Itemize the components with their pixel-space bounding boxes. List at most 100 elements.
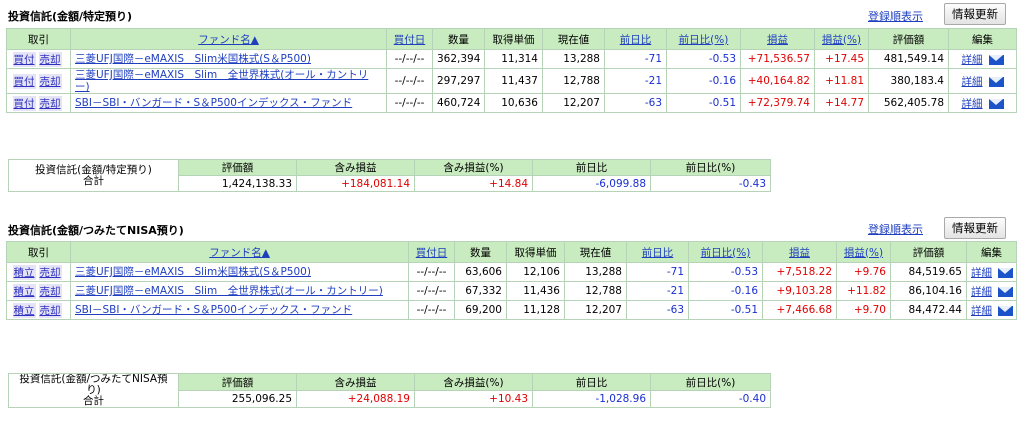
fund-cell: 三菱UFJ国際－eMAXIS Slim米国株式(S＆P500) xyxy=(70,49,387,69)
header-day-change-pct-label[interactable]: 前日比(%) xyxy=(679,34,729,46)
profit-loss-pct: +14.77 xyxy=(814,93,869,113)
edit-cell: 詳細 xyxy=(966,281,1017,301)
header-cost: 取得単価 xyxy=(506,241,565,263)
buy-link[interactable]: 買付 xyxy=(12,73,36,89)
summary-label: 投資信託(金額/特定預り) xyxy=(35,163,152,176)
fund-name-link[interactable]: 三菱UFJ国際－eMAXIS Slim 全世界株式(オール・カントリー) xyxy=(75,285,383,297)
mail-icon[interactable] xyxy=(988,98,1004,109)
registration-order-link[interactable]: 登録順表示 xyxy=(868,221,923,237)
trade-cell: 買付 売却 xyxy=(6,68,71,94)
header-day-change-pct[interactable]: 前日比(%) xyxy=(688,241,763,263)
profit-loss-pct: +9.70 xyxy=(836,300,891,320)
header-fund-name-label[interactable]: ファンド名▲ xyxy=(198,34,259,46)
buy-link[interactable]: 積立 xyxy=(12,264,36,280)
summary-unrealized-pl: +24,088.19 xyxy=(296,390,415,408)
profit-loss-pct: +11.81 xyxy=(814,68,869,94)
day-change-pct: -0.16 xyxy=(688,281,763,301)
detail-link[interactable]: 詳細 xyxy=(971,267,992,279)
cost: 10,636 xyxy=(484,93,543,113)
sell-link[interactable]: 売却 xyxy=(38,51,62,67)
fund-name-link[interactable]: 三菱UFJ国際－eMAXIS Slim 全世界株式(オール・カントリー) xyxy=(75,70,368,93)
buy-date: --/--/-- xyxy=(408,300,455,320)
detail-link[interactable]: 詳細 xyxy=(971,305,992,317)
header-cost: 取得単価 xyxy=(484,28,543,50)
buy-link[interactable]: 積立 xyxy=(12,283,36,299)
buy-link[interactable]: 積立 xyxy=(12,302,36,318)
header-buy-date[interactable]: 買付日 xyxy=(386,28,433,50)
header-quantity: 数量 xyxy=(432,28,485,50)
header-fund-name-label[interactable]: ファンド名▲ xyxy=(209,247,270,259)
header-pl-pct[interactable]: 損益(%) xyxy=(836,241,891,263)
buy-link[interactable]: 買付 xyxy=(12,51,36,67)
trade-cell: 買付 売却 xyxy=(6,93,71,113)
buy-date: --/--/-- xyxy=(408,281,455,301)
header-fund-name[interactable]: ファンド名▲ xyxy=(70,28,387,50)
header-pl-pct-label[interactable]: 損益(%) xyxy=(822,34,861,46)
mail-icon[interactable] xyxy=(988,76,1004,87)
sell-link[interactable]: 売却 xyxy=(38,264,62,280)
sell-link[interactable]: 売却 xyxy=(38,283,62,299)
registration-order-link[interactable]: 登録順表示 xyxy=(868,8,923,24)
header-valuation: 評価額 xyxy=(868,28,949,50)
sell-link[interactable]: 売却 xyxy=(38,95,62,111)
detail-link[interactable]: 詳細 xyxy=(962,98,983,110)
refresh-button[interactable]: 情報更新 xyxy=(944,3,1006,25)
header-day-change-pct-label[interactable]: 前日比(%) xyxy=(701,247,751,259)
current-price: 13,288 xyxy=(564,262,627,282)
refresh-button[interactable]: 情報更新 xyxy=(944,217,1006,239)
mail-icon[interactable] xyxy=(998,286,1013,297)
header-buy-date-label[interactable]: 買付日 xyxy=(416,247,448,259)
fund-name-link[interactable]: 三菱UFJ国際－eMAXIS Slim米国株式(S＆P500) xyxy=(75,266,311,278)
current-price: 12,207 xyxy=(564,300,627,320)
buy-date: --/--/-- xyxy=(386,68,433,94)
buy-date: --/--/-- xyxy=(386,49,433,69)
cost: 12,106 xyxy=(506,262,565,282)
section2-title: 投資信託(金額/つみたてNISA預り) xyxy=(8,224,184,237)
day-change-pct: -0.53 xyxy=(666,49,741,69)
detail-link[interactable]: 詳細 xyxy=(962,54,983,66)
header-buy-date-label[interactable]: 買付日 xyxy=(394,34,426,46)
table-row: 買付 売却 SBI－SBI・バンガード・S＆P500インデックス・ファンド --/--… xyxy=(6,93,1017,113)
mail-icon[interactable] xyxy=(988,54,1004,65)
header-pl[interactable]: 損益 xyxy=(762,241,837,263)
sell-link[interactable]: 売却 xyxy=(38,302,62,318)
profit-loss: +40,164.82 xyxy=(740,68,815,94)
header-pl-label[interactable]: 損益 xyxy=(767,34,788,46)
header-day-change[interactable]: 前日比 xyxy=(626,241,689,263)
header-day-change-pct[interactable]: 前日比(%) xyxy=(666,28,741,50)
fund-name-link[interactable]: SBI－SBI・バンガード・S＆P500インデックス・ファンド xyxy=(75,304,352,316)
summary-label: 投資信託(金額/つみたてNISA預り) xyxy=(19,373,168,396)
summary-header: 評価額 xyxy=(178,373,297,391)
mail-icon[interactable] xyxy=(998,305,1013,316)
header-pl-pct-label[interactable]: 損益(%) xyxy=(844,247,883,259)
quantity: 69,200 xyxy=(454,300,507,320)
quantity: 460,724 xyxy=(432,93,485,113)
table-header-row: 取引 ファンド名▲ 買付日 数量 取得単価 現在値 前日比 前日比(%) 損益 損益(%) 評価額 編… xyxy=(6,241,1017,263)
header-pl-pct[interactable]: 損益(%) xyxy=(814,28,869,50)
header-day-change-label[interactable]: 前日比 xyxy=(642,247,674,259)
sell-link[interactable]: 売却 xyxy=(38,73,62,89)
header-pl-label[interactable]: 損益 xyxy=(789,247,810,259)
header-edit-label: 編集 xyxy=(981,246,1002,259)
header-day-change[interactable]: 前日比 xyxy=(604,28,667,50)
summary-day-change-pct: -0.40 xyxy=(650,390,771,408)
quantity: 297,297 xyxy=(432,68,485,94)
day-change-pct: -0.51 xyxy=(666,93,741,113)
fund-name-link[interactable]: 三菱UFJ国際－eMAXIS Slim米国株式(S＆P500) xyxy=(75,53,311,65)
current-price: 12,788 xyxy=(542,68,605,94)
detail-link[interactable]: 詳細 xyxy=(962,76,983,88)
header-day-change-label[interactable]: 前日比 xyxy=(620,34,652,46)
header-fund-name[interactable]: ファンド名▲ xyxy=(70,241,409,263)
header-edit-label: 編集 xyxy=(972,33,993,46)
header-price: 現在値 xyxy=(542,28,605,50)
buy-link[interactable]: 買付 xyxy=(12,95,36,111)
mail-icon[interactable] xyxy=(998,267,1013,278)
header-buy-date[interactable]: 買付日 xyxy=(408,241,455,263)
quantity: 362,394 xyxy=(432,49,485,69)
fund-name-link[interactable]: SBI－SBI・バンガード・S＆P500インデックス・ファンド xyxy=(75,97,352,109)
summary-label-cell: 投資信託(金額/特定預り) 合計 xyxy=(8,159,179,192)
header-valuation-label: 評価額 xyxy=(912,246,945,259)
detail-link[interactable]: 詳細 xyxy=(971,286,992,298)
cost: 11,128 xyxy=(506,300,565,320)
header-pl[interactable]: 損益 xyxy=(740,28,815,50)
